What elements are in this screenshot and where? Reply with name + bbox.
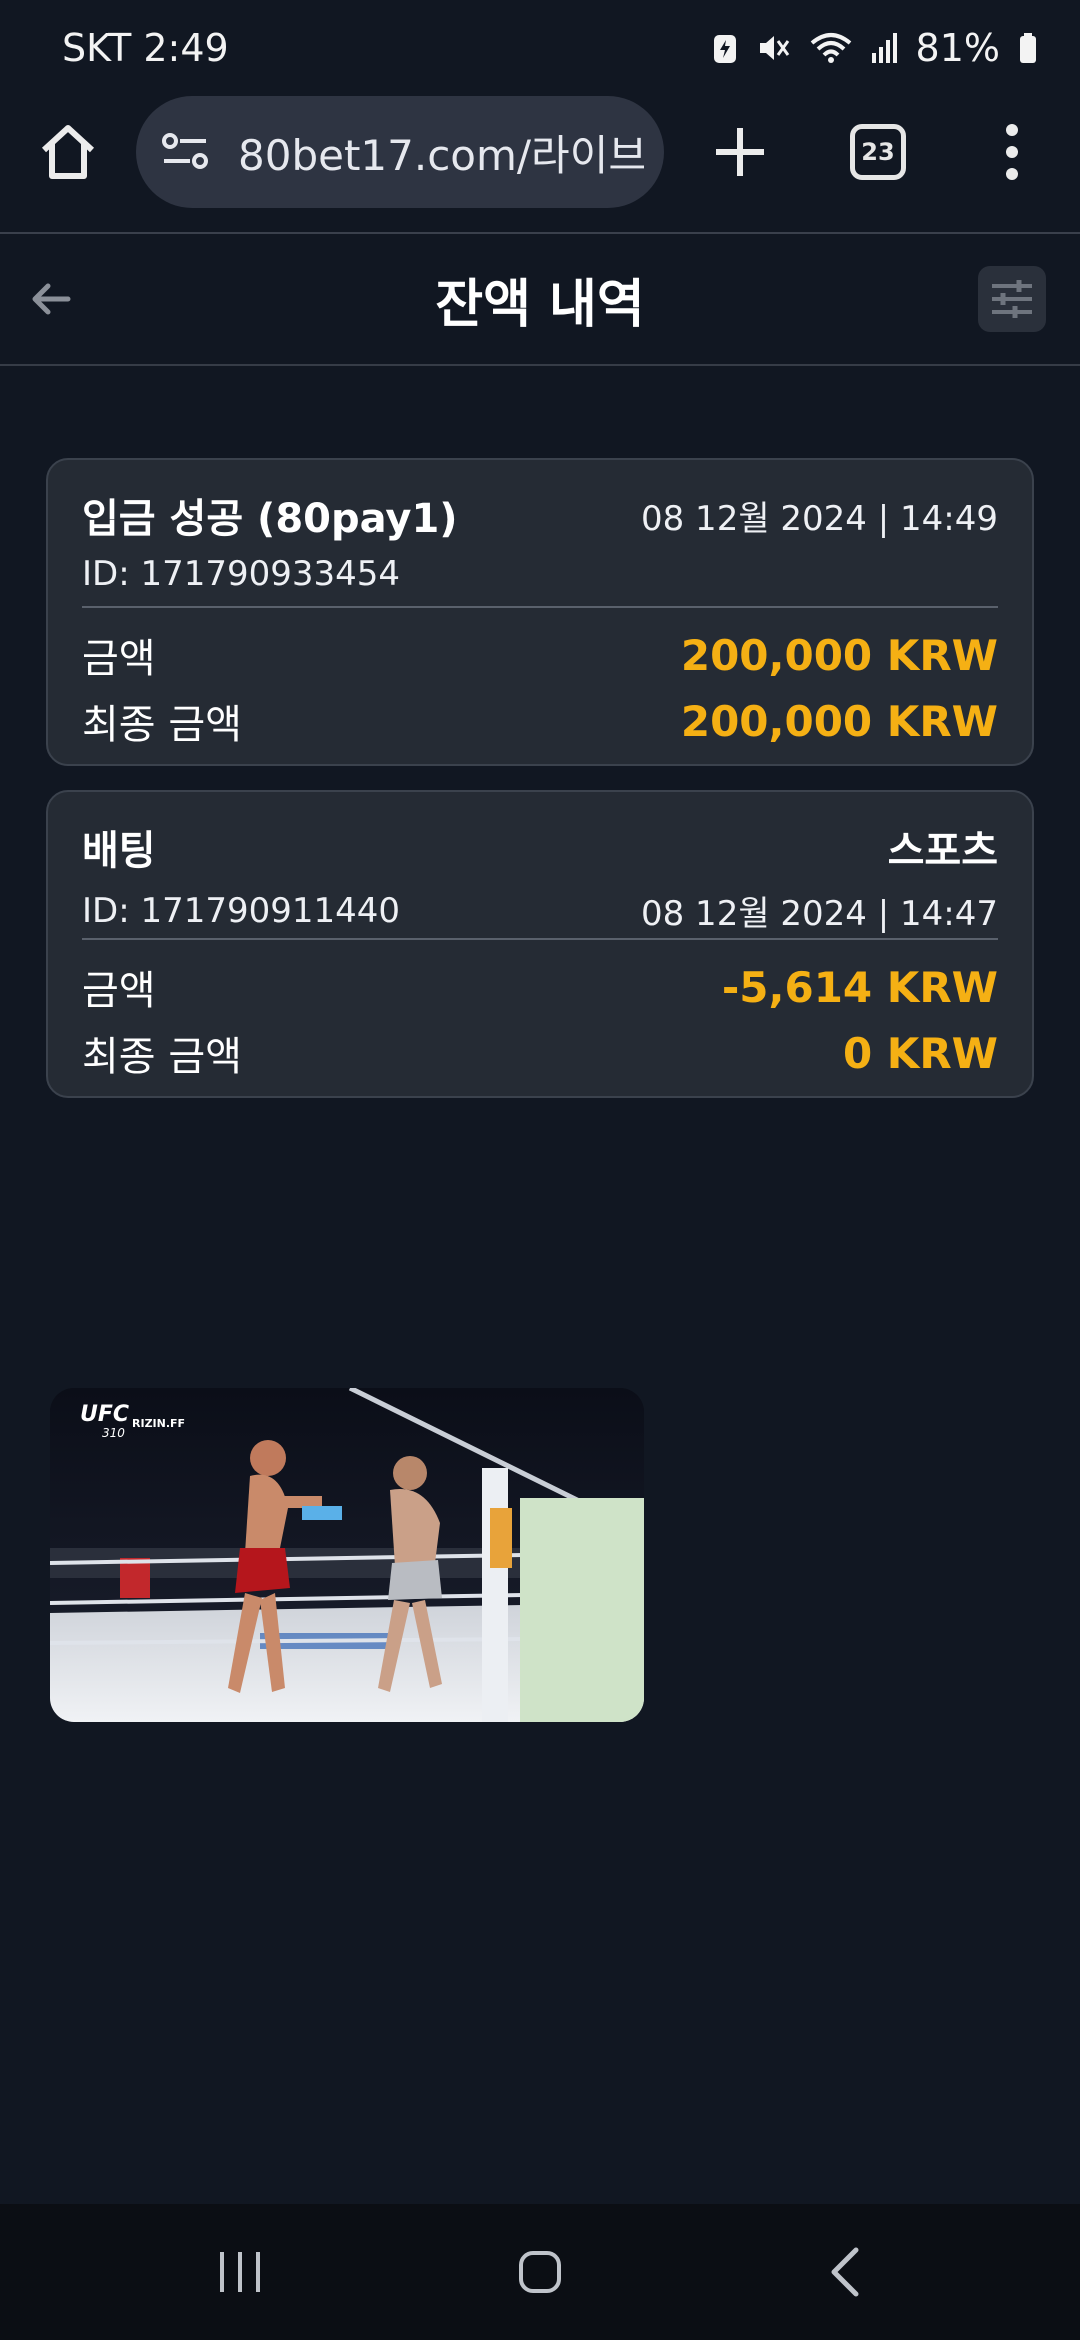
filter-button[interactable]	[978, 266, 1046, 332]
amount-value: 200,000 KRW	[680, 630, 998, 680]
home-nav-icon	[519, 2251, 561, 2293]
back-nav-icon	[831, 2247, 859, 2297]
status-icons: 81%	[712, 26, 1038, 70]
wifi-icon	[810, 31, 852, 65]
mma-fight-video-frame: UFC 310 RIZIN.FF	[50, 1388, 644, 1722]
address-bar[interactable]: 80bet17.com/라이브스	[136, 96, 664, 208]
new-tab-button[interactable]	[706, 118, 774, 186]
transaction-card[interactable]: 입금 성공 (80pay1) 08 12월 2024 | 14:49 ID: 1…	[46, 458, 1034, 766]
transaction-title: 배팅	[82, 828, 156, 874]
tab-switcher-button[interactable]: 23	[850, 124, 906, 180]
amount-label: 금액	[82, 968, 156, 1014]
transaction-card[interactable]: 배팅 스포츠 ID: 171790911440 08 12월 2024 | 14…	[46, 790, 1034, 1098]
browser-toolbar: 80bet17.com/라이브스 23	[0, 96, 1080, 234]
ufc-logo: UFC	[80, 1402, 129, 1427]
signal-icon	[870, 31, 898, 65]
browser-menu-button[interactable]	[1000, 118, 1024, 186]
amount-label: 금액	[82, 636, 156, 682]
card-divider	[82, 938, 998, 940]
battery-icon	[1018, 31, 1038, 65]
recent-apps-button[interactable]	[210, 2244, 270, 2300]
mute-icon	[756, 31, 792, 65]
transaction-id: ID: 171790911440	[82, 890, 401, 931]
sliders-icon	[992, 280, 1032, 318]
transaction-datetime: 08 12월 2024 | 14:49	[640, 498, 998, 539]
more-vert-icon	[1006, 124, 1018, 180]
home-button[interactable]	[36, 120, 100, 184]
plus-icon	[716, 128, 764, 176]
status-time: SKT 2:49	[62, 26, 229, 70]
final-amount-label: 최종 금액	[82, 702, 242, 748]
page-title: 잔액 내역	[435, 275, 645, 335]
card-divider	[82, 606, 998, 608]
home-nav-button[interactable]	[510, 2244, 570, 2300]
transaction-datetime: 08 12월 2024 | 14:47	[640, 894, 998, 934]
page-header: 잔액 내역	[0, 234, 1080, 364]
transaction-category: 스포츠	[887, 828, 998, 874]
home-icon	[41, 125, 95, 179]
svg-text:RIZIN.FF: RIZIN.FF	[132, 1417, 185, 1430]
final-amount-value: 200,000 KRW	[680, 696, 998, 746]
battery-percent: 81%	[915, 26, 1000, 70]
balance-history-list: 입금 성공 (80pay1) 08 12월 2024 | 14:49 ID: 1…	[0, 366, 1080, 2204]
recent-apps-icon	[220, 2252, 260, 2292]
tab-count: 23	[861, 138, 895, 166]
final-amount-label: 최종 금액	[82, 1034, 242, 1080]
battery-saver-icon	[712, 31, 738, 65]
video-player[interactable]: UFC 310 RIZIN.FF	[50, 1388, 644, 1722]
status-bar: SKT 2:49 81%	[0, 0, 1080, 96]
amount-value: -5,614 KRW	[721, 962, 998, 1012]
url-text[interactable]: 80bet17.com/라이브스	[238, 122, 644, 183]
system-navigation-bar	[0, 2204, 1080, 2340]
transaction-title: 입금 성공 (80pay1)	[82, 496, 458, 542]
svg-text:310: 310	[102, 1426, 125, 1440]
final-amount-value: 0 KRW	[842, 1028, 998, 1078]
transaction-id: ID: 171790933454	[82, 554, 401, 594]
back-nav-button[interactable]	[816, 2244, 876, 2300]
site-settings-icon[interactable]	[158, 123, 216, 181]
